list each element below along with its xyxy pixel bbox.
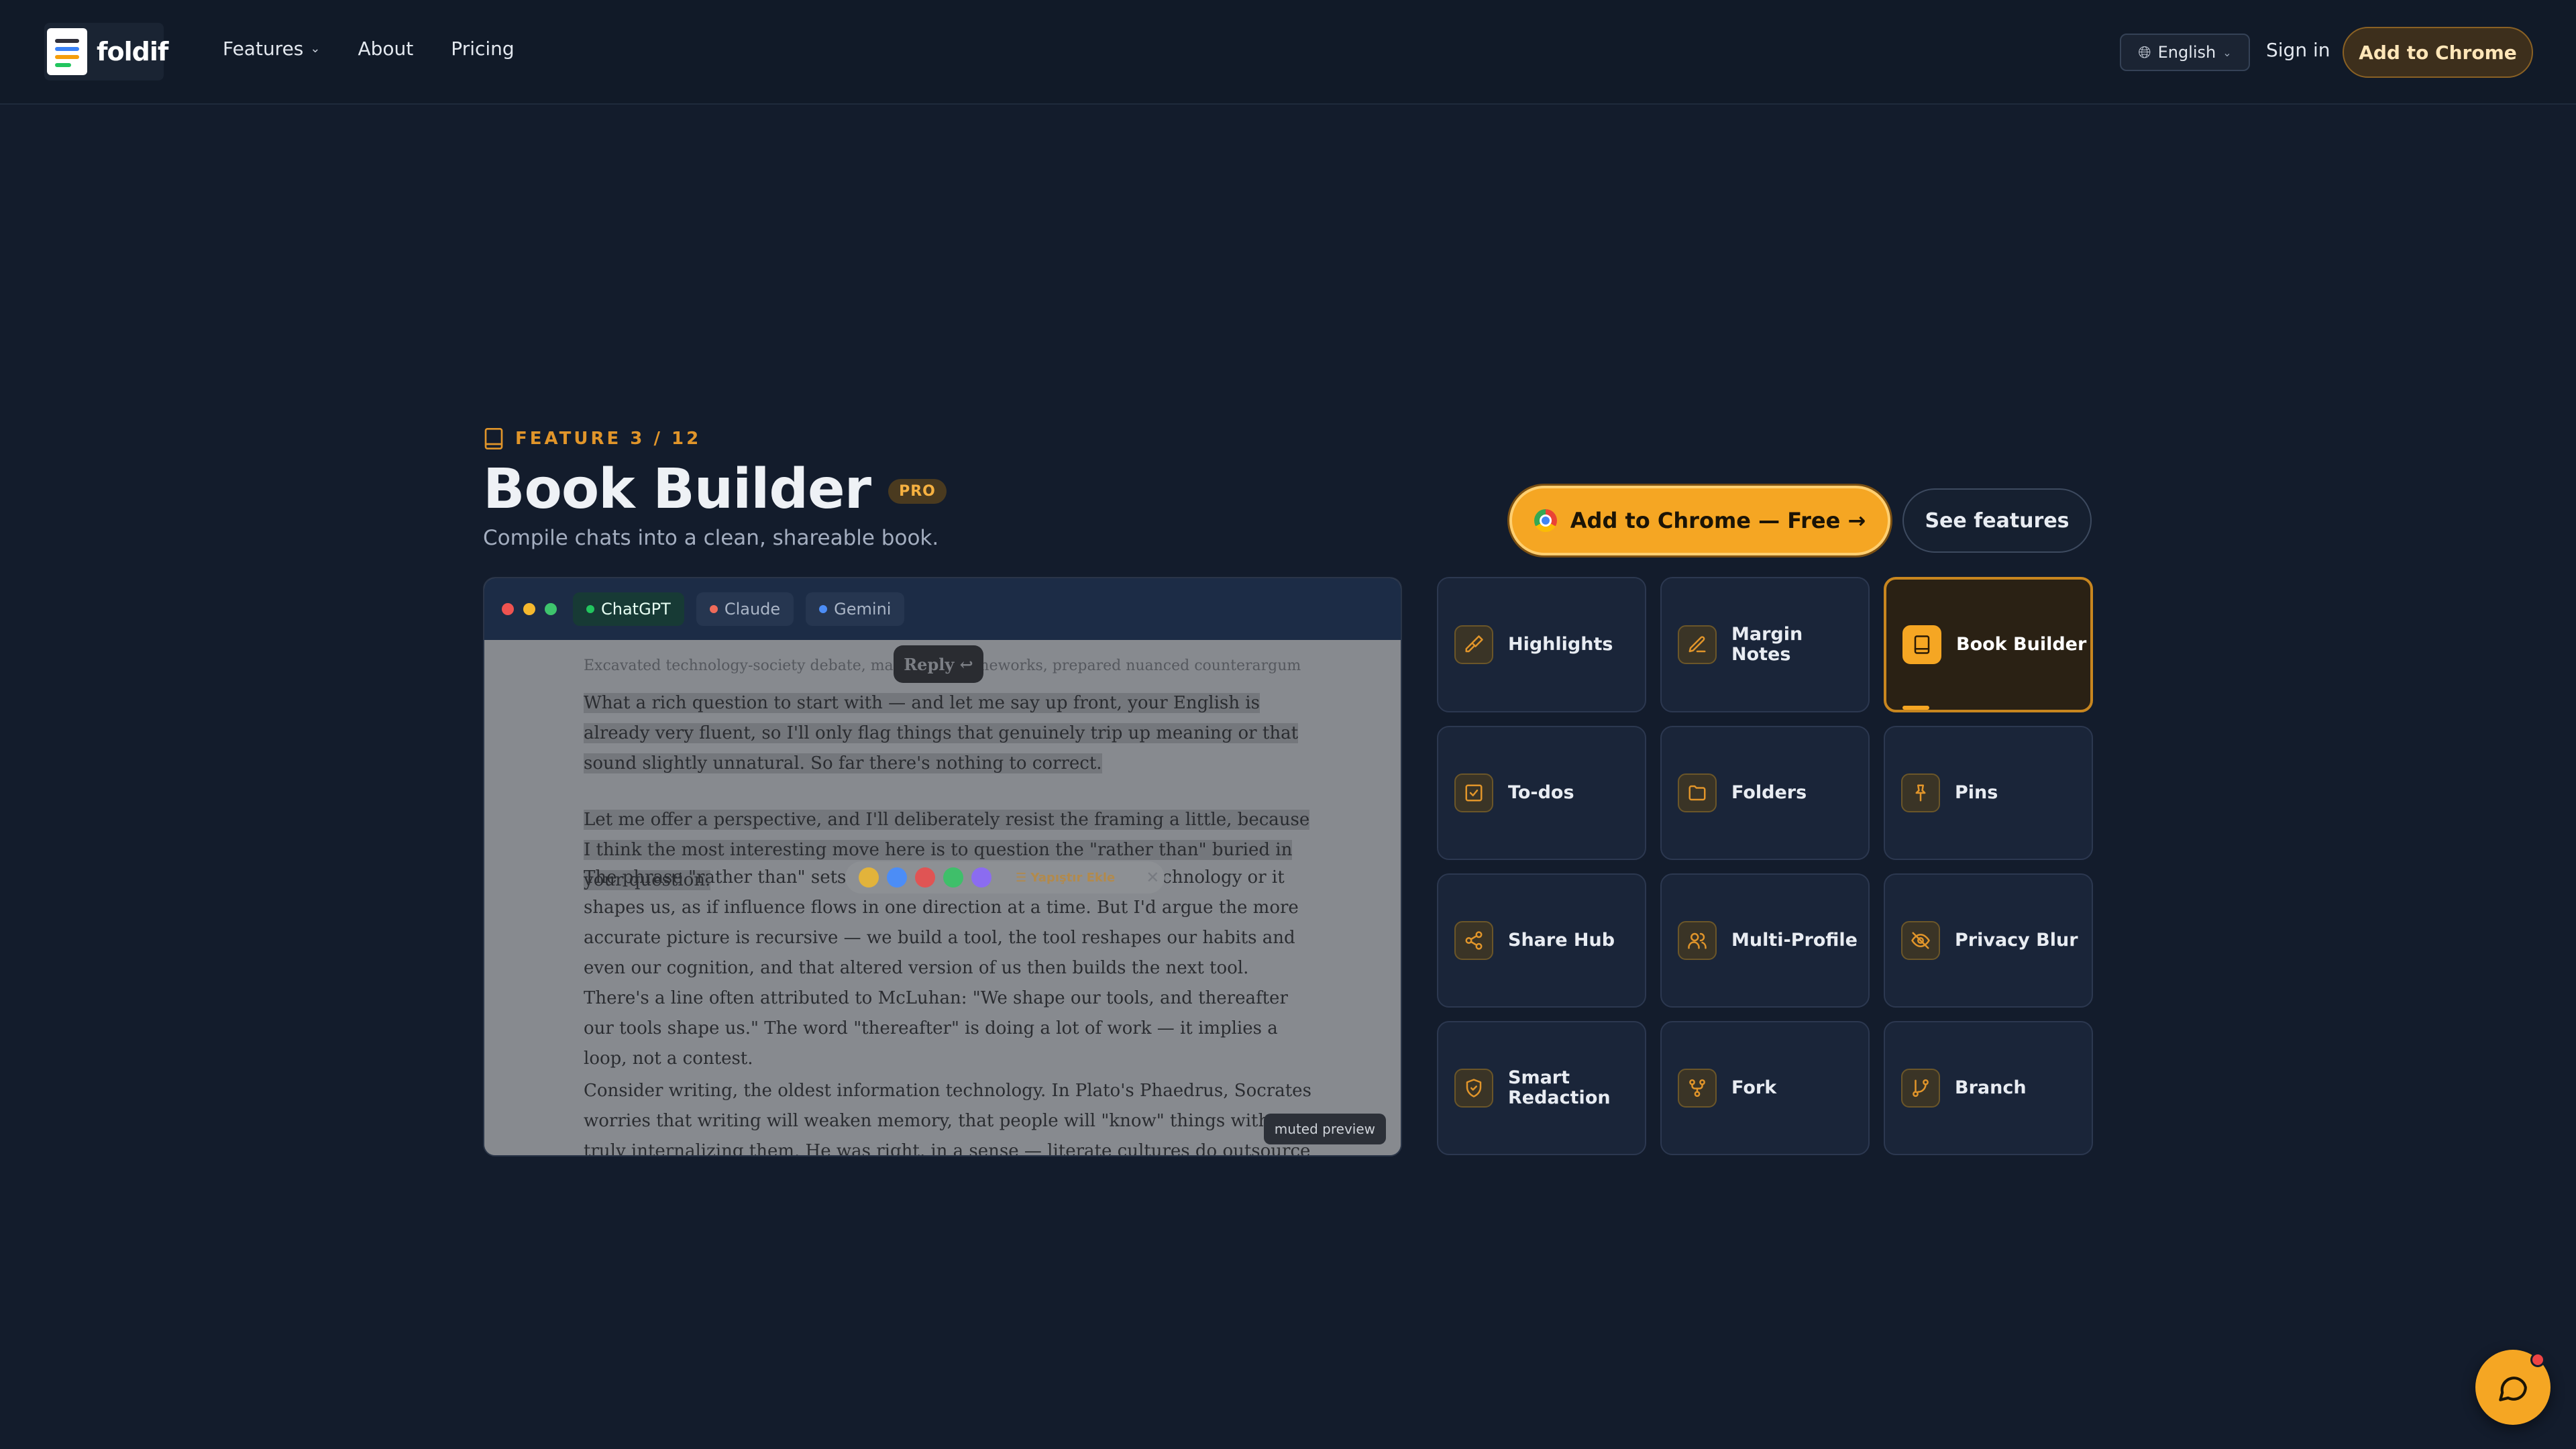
- chevron-down-icon: ⌄: [2222, 46, 2232, 59]
- feature-grid: Highlights Margin Notes Book Builder To-…: [1437, 577, 2093, 1155]
- shield-check-icon: [1454, 1069, 1493, 1108]
- swatch-purple[interactable]: [971, 867, 991, 888]
- fork-icon: [1678, 1069, 1717, 1108]
- chat-bubble-icon: [2499, 1377, 2527, 1401]
- see-features-button[interactable]: See features: [1902, 488, 2092, 553]
- top-nav: foldif Features ⌄ About Pricing 🌐︎ Engli…: [0, 0, 2576, 105]
- provider-tabs: ChatGPT Claude Gemini: [573, 592, 905, 626]
- eye-off-icon: [1901, 921, 1940, 960]
- logo[interactable]: foldif: [44, 23, 168, 80]
- tab-chatgpt[interactable]: ChatGPT: [573, 592, 684, 626]
- feature-preview-window: ChatGPT Claude Gemini Excavated technolo…: [483, 577, 1402, 1157]
- add-to-chrome-nav-button[interactable]: Add to Chrome: [2343, 27, 2533, 78]
- tab-gemini[interactable]: Gemini: [806, 592, 905, 626]
- notification-dot: [2530, 1352, 2545, 1367]
- autoplay-progress: [1902, 706, 1929, 710]
- pro-badge: PRO: [888, 479, 947, 504]
- chevron-down-icon: ⌄: [310, 42, 321, 56]
- feature-card-folders[interactable]: Folders: [1660, 726, 1870, 860]
- swatch-green[interactable]: [943, 867, 963, 888]
- feature-card-book-builder[interactable]: Book Builder: [1884, 577, 2093, 712]
- swatch-yellow[interactable]: [859, 867, 879, 888]
- feature-card-smart-redaction[interactable]: Smart Redaction: [1437, 1021, 1646, 1155]
- window-minimize-dot: [523, 603, 535, 615]
- swatch-red[interactable]: [915, 867, 935, 888]
- globe-icon: 🌐︎: [2138, 43, 2151, 62]
- tab-claude[interactable]: Claude: [696, 592, 794, 626]
- paragraph-1: What a rich question to start with — and…: [584, 693, 1299, 773]
- feature-card-privacy-blur[interactable]: Privacy Blur: [1884, 873, 2093, 1008]
- status-dot: [819, 605, 828, 613]
- logo-icon: [47, 28, 87, 75]
- share-icon: [1454, 921, 1493, 960]
- checkbox-icon: [1454, 773, 1493, 812]
- highlighter-icon: [1454, 625, 1493, 664]
- nav-link-about[interactable]: About: [358, 38, 414, 60]
- muted-preview-badge: muted preview: [1263, 1114, 1386, 1144]
- chrome-icon: [1534, 509, 1557, 532]
- reply-button[interactable]: Reply ↩: [894, 645, 983, 683]
- logo-text: foldif: [97, 37, 168, 66]
- nav-link-features[interactable]: Features ⌄: [223, 38, 321, 60]
- feature-card-margin-notes[interactable]: Margin Notes: [1660, 577, 1870, 712]
- book-icon: [484, 428, 503, 449]
- pencil-icon: [1678, 625, 1717, 664]
- feature-title: Book Builder: [483, 458, 871, 521]
- feature-card-multi-profile[interactable]: Multi-Profile: [1660, 873, 1870, 1008]
- feature-title-row: Book Builder PRO: [483, 458, 947, 521]
- branch-icon: [1901, 1069, 1940, 1108]
- paragraph-3: The phrase "rather than" sets up the ide…: [584, 867, 1299, 1069]
- preview-titlebar: ChatGPT Claude Gemini: [484, 578, 1401, 640]
- add-to-chrome-free-button[interactable]: Add to Chrome — Free →: [1509, 486, 1890, 555]
- pin-icon: [1901, 773, 1940, 812]
- book-icon: [1902, 625, 1941, 664]
- feature-card-branch[interactable]: Branch: [1884, 1021, 2093, 1155]
- feature-card-highlights[interactable]: Highlights: [1437, 577, 1646, 712]
- close-icon[interactable]: ✕: [1146, 868, 1159, 887]
- feature-card-todos[interactable]: To-dos: [1437, 726, 1646, 860]
- status-dot: [709, 605, 718, 613]
- status-dot: [586, 605, 594, 613]
- highlight-toolbar: ☰ Yapıştır Ekle ✕: [845, 861, 1165, 894]
- sign-in-link[interactable]: Sign in: [2266, 39, 2330, 61]
- paragraph-4: Consider writing, the oldest information…: [584, 1081, 1311, 1157]
- chat-document: Excavated technology-society debate, mar…: [484, 640, 1401, 1157]
- toolbar-add-note[interactable]: ☰ Yapıştır Ekle: [1016, 871, 1115, 885]
- feature-subtitle: Compile chats into a clean, shareable bo…: [483, 526, 939, 550]
- feature-card-fork[interactable]: Fork: [1660, 1021, 1870, 1155]
- feature-card-pins[interactable]: Pins: [1884, 726, 2093, 860]
- feature-eyebrow: FEATURE 3 / 12: [483, 427, 701, 451]
- users-icon: [1678, 921, 1717, 960]
- chat-support-button[interactable]: [2475, 1350, 2551, 1425]
- swatch-blue[interactable]: [887, 867, 907, 888]
- language-select[interactable]: 🌐︎ English ⌄: [2120, 34, 2250, 71]
- window-maximize-dot: [545, 603, 557, 615]
- feature-card-share-hub[interactable]: Share Hub: [1437, 873, 1646, 1008]
- nav-link-pricing[interactable]: Pricing: [451, 38, 514, 60]
- nav-links: Features ⌄ About Pricing: [223, 38, 515, 60]
- folder-icon: [1678, 773, 1717, 812]
- window-close-dot: [502, 603, 514, 615]
